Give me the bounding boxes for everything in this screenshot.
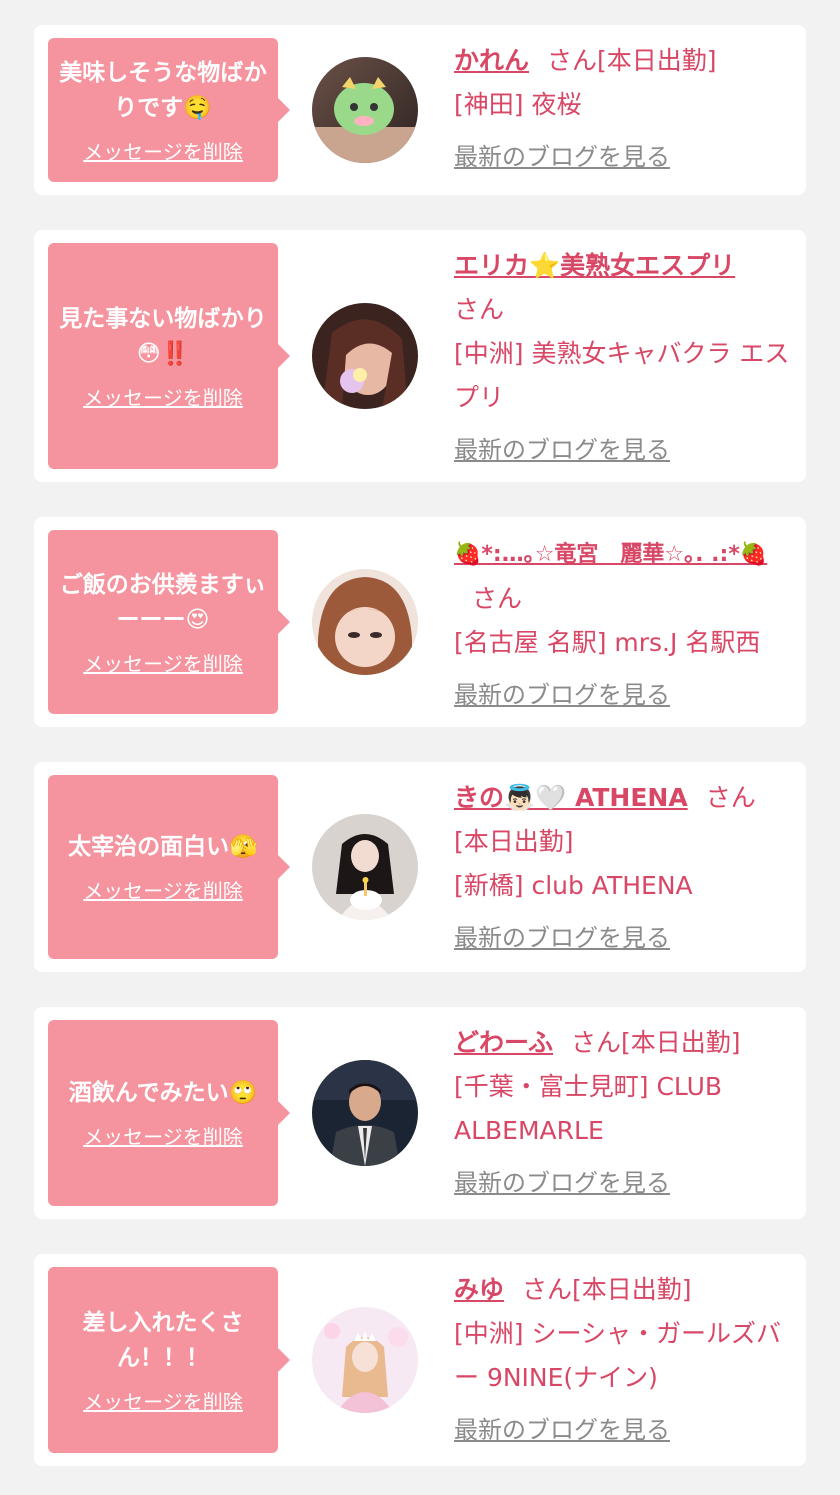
sender-name-link[interactable]: みゆ <box>454 1275 504 1304</box>
latest-blog-link[interactable]: 最新のブログを見る <box>454 1161 792 1205</box>
message-card: 見た事ない物ばかり😳‼️ メッセージを削除 エリカ⭐美熟女エスプリ さん [中洲… <box>34 230 806 482</box>
sender-info: エリカ⭐美熟女エスプリ さん [中洲] 美熟女キャバクラ エスプリ 最新のブログ… <box>454 244 792 472</box>
sender-info: どわーふ さん[本日出勤] [千葉・富士見町] CLUB ALBEMARLE 最新… <box>454 1021 792 1205</box>
shop-name: [中洲] 美熟女キャバクラ エスプリ <box>454 339 790 412</box>
message-list: 美味しそうな物ばかりです🤤 メッセージを削除 かれん さん[本日出勤] [神田] … <box>0 0 840 1495</box>
avatar[interactable] <box>312 1060 418 1166</box>
delete-message-link[interactable]: メッセージを削除 <box>83 875 243 904</box>
honorific: さん <box>547 46 598 75</box>
message-text: 酒飲んでみたい🙄 <box>68 1080 258 1106</box>
sender-info: 🍓*:…｡☆竜宮 麗華☆｡. .:*🍓 さん [名古屋 名駅] mrs.J 名駅西… <box>454 531 792 717</box>
latest-blog-link[interactable]: 最新のブログを見る <box>454 916 792 960</box>
delete-message-link[interactable]: メッセージを削除 <box>83 648 243 677</box>
message-card: 差し入れたくさん！！！ メッセージを削除 みゆ さん[本日出勤] [中洲] シーシ… <box>34 1254 806 1466</box>
message-card: 酒飲んでみたい🙄 メッセージを削除 どわーふ さん[本日出勤] [千葉・富士見町]… <box>34 1007 806 1219</box>
shop-name: [名古屋 名駅] mrs.J 名駅西 <box>454 628 761 657</box>
avatar[interactable] <box>312 57 418 163</box>
latest-blog-link[interactable]: 最新のブログを見る <box>454 673 792 717</box>
honorific: さん <box>522 1275 573 1304</box>
message-bubble: 酒飲んでみたい🙄 メッセージを削除 <box>48 1020 290 1206</box>
message-bubble: 太宰治の面白い🫣 メッセージを削除 <box>48 775 290 959</box>
honorific: さん <box>571 1028 622 1057</box>
sender-info: きの👼🏻🤍 ATHENA さん [本日出勤] [新橋] club ATHENA 最… <box>454 776 792 960</box>
message-card: 美味しそうな物ばかりです🤤 メッセージを削除 かれん さん[本日出勤] [神田] … <box>34 25 806 195</box>
work-status: [本日出勤] <box>572 1275 692 1304</box>
delete-message-link[interactable]: メッセージを削除 <box>83 1121 243 1150</box>
message-bubble: ご飯のお供羨ますぃーーー😍 メッセージを削除 <box>48 530 290 714</box>
honorific: さん <box>705 783 756 812</box>
sender-name-link[interactable]: 🍓*:…｡☆竜宮 麗華☆｡. .:*🍓 <box>454 542 767 567</box>
latest-blog-link[interactable]: 最新のブログを見る <box>454 1408 792 1452</box>
message-bubble: 美味しそうな物ばかりです🤤 メッセージを削除 <box>48 38 290 182</box>
avatar-photo-icon <box>312 569 418 675</box>
avatar-photo-icon <box>312 1060 418 1166</box>
delete-message-link[interactable]: メッセージを削除 <box>83 136 243 165</box>
honorific: さん <box>454 295 505 324</box>
shop-name: [神田] 夜桜 <box>454 90 582 119</box>
latest-blog-link[interactable]: 最新のブログを見る <box>454 428 792 472</box>
avatar-photo-icon <box>312 303 418 409</box>
avatar[interactable] <box>312 1307 418 1413</box>
delete-message-link[interactable]: メッセージを削除 <box>83 382 243 411</box>
shop-name: [中洲] シーシャ・ガールズバー 9NINE(ナイン) <box>454 1319 781 1392</box>
message-text: ご飯のお供羨ますぃーーー😍 <box>59 571 267 633</box>
delete-message-link[interactable]: メッセージを削除 <box>83 1386 243 1415</box>
sender-info: かれん さん[本日出勤] [神田] 夜桜 最新のブログを見る <box>454 39 792 179</box>
sender-info: みゆ さん[本日出勤] [中洲] シーシャ・ガールズバー 9NINE(ナイン) 最… <box>454 1268 792 1452</box>
avatar-photo-icon <box>312 814 418 920</box>
sender-name-link[interactable]: エリカ⭐美熟女エスプリ <box>454 251 735 280</box>
message-text: 美味しそうな物ばかりです🤤 <box>59 59 267 121</box>
avatar-photo-icon <box>312 1307 418 1413</box>
sender-name-link[interactable]: きの👼🏻🤍 ATHENA <box>454 783 688 812</box>
work-status: [本日出勤] <box>454 827 574 856</box>
message-text: 差し入れたくさん！！！ <box>82 1309 244 1371</box>
work-status: [本日出勤] <box>621 1028 741 1057</box>
message-text: 太宰治の面白い🫣 <box>68 834 258 860</box>
work-status: [本日出勤] <box>597 46 717 75</box>
sender-name-link[interactable]: どわーふ <box>454 1028 553 1057</box>
shop-name: [千葉・富士見町] CLUB ALBEMARLE <box>454 1072 723 1145</box>
avatar-photo-icon <box>312 57 418 163</box>
message-card: 太宰治の面白い🫣 メッセージを削除 きの👼🏻🤍 ATHENA さん [本日出勤] … <box>34 762 806 972</box>
message-bubble: 差し入れたくさん！！！ メッセージを削除 <box>48 1267 290 1453</box>
honorific: さん <box>472 584 523 613</box>
shop-name: [新橋] club ATHENA <box>454 871 693 900</box>
avatar[interactable] <box>312 303 418 409</box>
message-bubble: 見た事ない物ばかり😳‼️ メッセージを削除 <box>48 243 290 469</box>
latest-blog-link[interactable]: 最新のブログを見る <box>454 135 792 179</box>
avatar[interactable] <box>312 814 418 920</box>
sender-name-link[interactable]: かれん <box>454 46 529 75</box>
message-text: 見た事ない物ばかり😳‼️ <box>59 305 267 367</box>
message-card: ご飯のお供羨ますぃーーー😍 メッセージを削除 🍓*:…｡☆竜宮 麗華☆｡. .:… <box>34 517 806 727</box>
avatar[interactable] <box>312 569 418 675</box>
